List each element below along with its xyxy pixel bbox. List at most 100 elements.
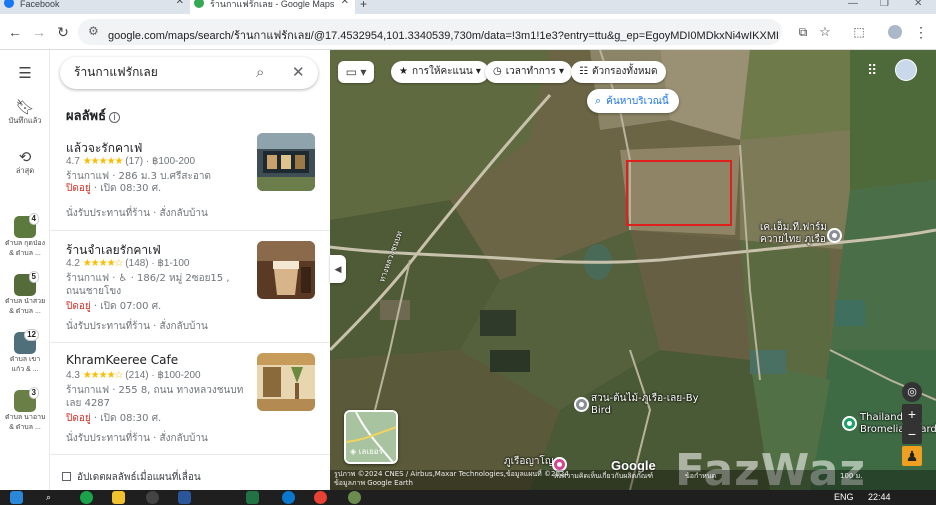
map-type-button[interactable]: ▭ ▾ (338, 61, 374, 83)
extensions-icon[interactable]: ⬚ (850, 23, 868, 41)
poi-label[interactable]: Thailand Bromeliad garde (860, 412, 936, 436)
address-bar[interactable]: ⚙ google.com/maps/search/ร้านกาแฟรักเลย/… (78, 19, 782, 45)
back-icon[interactable]: ← (6, 23, 24, 41)
maximize-icon[interactable]: ❐ (880, 0, 889, 9)
close-tab-icon[interactable]: ✕ (176, 0, 184, 7)
layers-button[interactable]: ◈ เลเยอร์ (344, 410, 398, 464)
results-heading-text: ผลลัพธ์ (66, 109, 107, 124)
poi-name: สวน-ต้นไม้-ภูเรือ-เลย-By (591, 393, 699, 404)
excel-icon[interactable] (246, 491, 259, 504)
recent-place[interactable]: 5 ตำบล น้ำสวย & ตำบล ... (5, 271, 45, 316)
poi-label[interactable]: เค.เอ็ม.ที.ฟาร์ม ควายไทย ภูเรือ (760, 222, 827, 246)
profile-icon[interactable] (886, 23, 904, 41)
search-icon[interactable]: ⌕ (256, 63, 264, 83)
result-card[interactable]: KhramKeeree Cafe 4.3 ★★★★☆ (214) · ฿100-… (50, 343, 330, 455)
results-panel: ⌕ ✕ ผลลัพธ์i แล้วจะรักคาเฟ่ 4.7 ★★★★★ (1… (50, 50, 330, 490)
forward-icon[interactable]: → (30, 23, 48, 41)
app-icon[interactable] (348, 491, 361, 504)
place-photo[interactable] (257, 241, 315, 299)
filter-rating[interactable]: ★ การให้คะแนน ▾ (391, 61, 489, 83)
map-canvas[interactable]: ▭ ▾ ★ การให้คะแนน ▾ ◷ เวลาทำการ ▾ ☷ ตัวกรอง… (330, 50, 936, 490)
place-photo[interactable] (257, 353, 315, 411)
map-attribution: รูปภาพ ©2024 CNES / Airbus,Maxar Technol… (330, 470, 936, 490)
place-pin-icon[interactable] (827, 228, 842, 243)
place-rating: 4.3 ★★★★☆ (214) · ฿100-200 (66, 370, 201, 381)
close-tab-icon[interactable]: ✕ (341, 0, 349, 7)
language-indicator[interactable]: ENG (834, 492, 854, 502)
place-pin-icon[interactable] (574, 397, 589, 412)
close-window-icon[interactable]: ✕ (914, 0, 922, 9)
cafe-photo-image (257, 353, 315, 411)
rail-item-saved[interactable]: 🔖︎ บันทึกแล้ว (0, 98, 50, 125)
account-avatar[interactable] (895, 59, 917, 81)
search-input[interactable] (74, 65, 254, 79)
menu-button[interactable]: ☰ (0, 64, 50, 82)
rail-item-recent[interactable]: ⟲ ล่าสุด (0, 148, 50, 175)
update-on-move-checkbox[interactable]: อัปเดตผลลัพธ์เมื่อแผนที่เลื่อน (62, 470, 201, 485)
tab-google-maps[interactable]: ร้านกาแฟรักเลย - Google Maps ✕ (190, 0, 355, 14)
zoom-out-button[interactable]: − (902, 424, 922, 444)
my-location-icon[interactable]: ◎ (902, 382, 922, 402)
close-icon[interactable]: ✕ (292, 63, 305, 83)
history-icon: ⟲ (18, 149, 32, 166)
site-info-icon[interactable]: ⚙ (88, 24, 99, 38)
terms-link[interactable]: ข้อกำหนด (685, 472, 716, 481)
bookmark-star-icon[interactable]: ☆ (816, 23, 834, 41)
tab-title: Facebook (20, 0, 60, 9)
recent-place[interactable]: 4 ตำบล กุดป่อง & ตำบล ... (5, 213, 45, 258)
filter-label: ตัวกรองทั้งหมด (591, 66, 658, 77)
rating-value: 4.7 (66, 156, 80, 167)
rail-item-label: บันทึกแล้ว (8, 116, 42, 125)
pegman-icon[interactable]: ♟ (902, 446, 922, 466)
filter-hours[interactable]: ◷ เวลาทำการ ▾ (485, 61, 572, 83)
windows-start-icon[interactable] (10, 491, 23, 504)
recent-caption: ตำบล เขา (9, 356, 41, 363)
chrome-icon[interactable] (314, 491, 327, 504)
recent-place[interactable]: 3 ตำบล นาอาน & ตำบล ... (5, 387, 45, 432)
word-icon[interactable] (178, 491, 191, 504)
search-area-label: ค้นหาบริเวณนี้ (606, 96, 669, 107)
camera-app-icon[interactable] (146, 491, 159, 504)
poi-label[interactable]: สวน-ต้นไม้-ภูเรือ-เลย-By Bird (591, 393, 699, 417)
result-card[interactable]: ร้านจำเลยรักคาเฟ่ 4.2 ★★★★☆ (148) · ฿1-1… (50, 231, 330, 343)
cast-icon[interactable]: ⧉ (794, 23, 812, 41)
search-box[interactable]: ⌕ ✕ (60, 57, 318, 89)
recent-count-badge: 3 (28, 387, 39, 399)
place-name[interactable]: KhramKeeree Cafe (66, 353, 178, 367)
url-text[interactable]: google.com/maps/search/ร้านกาแฟรักเลย/@1… (108, 26, 778, 44)
place-meta: ร้านกาแฟ · 255 8, ถนน ทางหลวงชนบท เลย 42… (66, 385, 244, 409)
price-range: ฿100-200 (157, 370, 201, 381)
garden-pin-icon[interactable] (842, 416, 857, 431)
filter-icon: ☷ (579, 66, 588, 77)
filter-all[interactable]: ☷ ตัวกรองทั้งหมด (571, 61, 666, 83)
search-this-area-button[interactable]: ⌕ ค้นหาบริเวณนี้ (587, 89, 679, 113)
new-tab-button[interactable]: + (356, 0, 376, 14)
checkbox-box[interactable] (62, 472, 71, 481)
clock-text[interactable]: 22:44 (868, 492, 891, 502)
reload-icon[interactable]: ↻ (54, 23, 72, 41)
menu-dots-icon[interactable]: ⋮ (912, 23, 930, 41)
info-icon[interactable]: i (109, 112, 121, 123)
privacy-link[interactable]: ส่งความคิดเห็นเกี่ยวกับผลิตภัณฑ์ (554, 472, 653, 481)
result-card[interactable]: แล้วจะรักคาเฟ่ 4.7 ★★★★★ (17) · ฿100-200… (50, 133, 330, 231)
toolbar: ← → ↻ ⚙ google.com/maps/search/ร้านกาแฟร… (0, 14, 936, 50)
zoom-in-button[interactable]: + (902, 404, 922, 424)
file-explorer-icon[interactable] (112, 491, 125, 504)
minimize-icon[interactable]: — (848, 0, 858, 9)
place-photo[interactable] (257, 133, 315, 191)
recent-thumbnail: 5 (14, 271, 39, 296)
recent-thumbnail: 3 (14, 387, 39, 412)
tab-facebook[interactable]: Facebook ✕ (0, 0, 190, 14)
apps-grid-icon[interactable]: ⠿ (867, 62, 877, 79)
place-services: นั่งรับประทานที่ร้าน · สั่งกลับบ้าน (66, 321, 208, 332)
collapse-panel-button[interactable]: ◀ (330, 255, 346, 283)
line-app-icon[interactable] (80, 491, 93, 504)
poi-label[interactable]: ภูเรือญาโญ (504, 456, 553, 468)
search-icon[interactable]: ⌕ (46, 492, 51, 503)
rail-item-label: ล่าสุด (15, 166, 35, 175)
recent-place[interactable]: 12 ตำบล เขา แก้ว & ... (5, 329, 45, 374)
edge-icon[interactable] (282, 491, 295, 504)
screen: Facebook ✕ ร้านกาแฟรักเลย - Google Maps … (0, 0, 936, 505)
rating-value: 4.3 (66, 370, 80, 381)
recent-caption: & ตำบล ... (9, 424, 41, 431)
